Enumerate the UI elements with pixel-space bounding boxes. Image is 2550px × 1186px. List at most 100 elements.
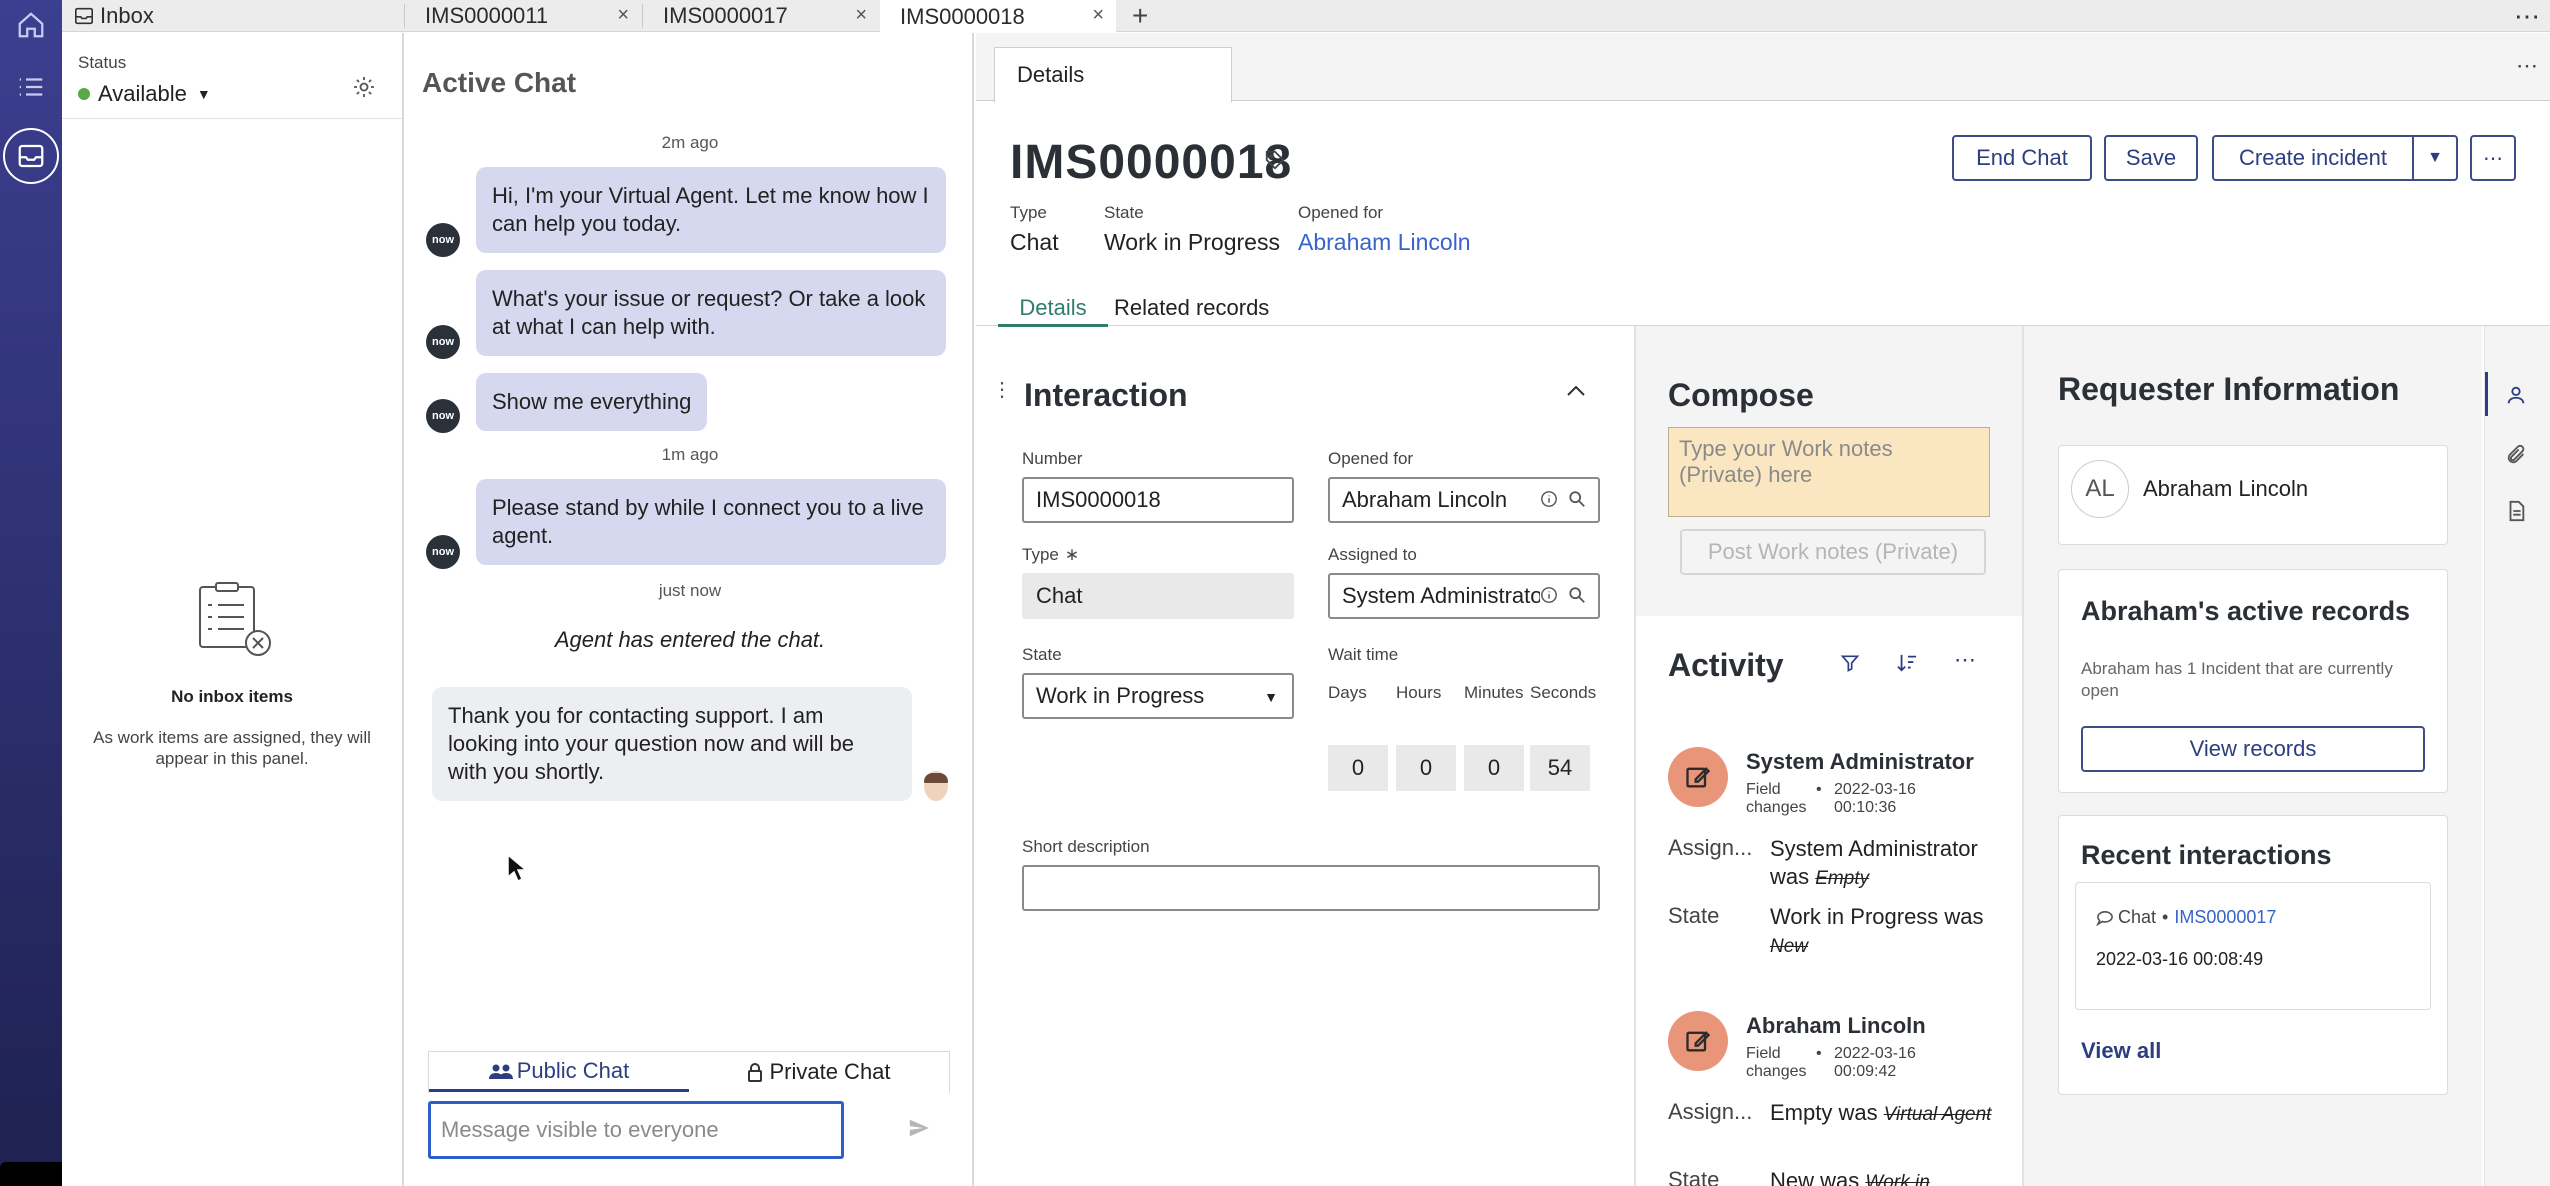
type-label: Type xyxy=(1010,203,1047,222)
filter-icon[interactable] xyxy=(1840,653,1860,673)
field-label: State xyxy=(1668,903,1720,928)
activity-date: 2022-03-16 xyxy=(1834,1045,1916,1062)
old-value: New xyxy=(1770,936,1809,957)
requester-card: AL Abraham Lincoln xyxy=(2058,445,2448,545)
more-actions-button[interactable]: ⋯ xyxy=(2470,135,2516,181)
number-field[interactable]: IMS0000018 xyxy=(1022,477,1294,523)
recent-interaction-link[interactable]: IMS0000017 xyxy=(2174,907,2276,928)
activity-datetime: • 2022-03-16 00:09:42 xyxy=(1816,1045,1916,1080)
info-icon[interactable] xyxy=(1540,490,1558,508)
tab-ims0000017[interactable]: IMS0000017 × xyxy=(643,0,879,32)
active-records-text: Abraham has 1 Incident that are currentl… xyxy=(2081,659,2393,700)
chat-input-placeholder: Message visible to everyone xyxy=(441,1117,719,1142)
activity-author: Abraham Lincoln xyxy=(1746,1013,1926,1038)
search-icon[interactable] xyxy=(1568,490,1586,508)
more-icon[interactable]: ⋯ xyxy=(2514,0,2540,32)
paperclip-icon[interactable] xyxy=(2505,444,2527,466)
assigned-to-field[interactable]: System Administrator xyxy=(1328,573,1600,619)
info-icon[interactable] xyxy=(1540,586,1558,604)
old-value: Virtual Agent xyxy=(1883,1104,1992,1125)
list-icon[interactable] xyxy=(8,64,54,110)
active-records-card: Abraham's active records Abraham has 1 I… xyxy=(2058,569,2448,793)
recent-interaction-item[interactable]: Chat • IMS0000017 2022-03-16 00:08:49 xyxy=(2075,882,2431,1010)
view-all-link[interactable]: View all xyxy=(2081,1038,2161,1064)
home-icon[interactable] xyxy=(8,2,54,48)
tag-icon[interactable] xyxy=(1264,149,1286,171)
state-select[interactable]: Work in Progress ▼ xyxy=(1022,673,1294,719)
active-indicator xyxy=(2485,372,2488,416)
close-icon[interactable]: × xyxy=(1092,4,1104,27)
opened-for-label: Opened for xyxy=(1298,203,1384,222)
send-icon[interactable] xyxy=(908,1117,930,1139)
create-incident-button[interactable]: Create incident xyxy=(2212,135,2414,181)
new-value: New was xyxy=(1770,1168,1860,1186)
drag-handle-icon[interactable]: ⋮ xyxy=(992,377,1012,402)
activity-datetime: • 2022-03-16 00:10:36 xyxy=(1816,781,1916,816)
sort-icon[interactable] xyxy=(1896,653,1918,673)
assigned-to-label: Assigned to xyxy=(1328,545,1417,564)
tab-inbox[interactable]: Inbox xyxy=(74,0,154,32)
virtual-agent-avatar: now xyxy=(426,325,460,359)
tab-private-chat[interactable]: Private Chat xyxy=(689,1052,949,1092)
activity-date: 2022-03-16 xyxy=(1834,781,1916,798)
new-value: System Administrator was xyxy=(1770,836,1978,889)
work-notes-textarea[interactable]: Type your Work notes (Private) here xyxy=(1668,427,1990,517)
user-icon[interactable] xyxy=(2505,384,2527,406)
people-icon xyxy=(488,1063,513,1079)
short-description-field[interactable] xyxy=(1022,865,1600,911)
opened-for-link[interactable]: Abraham Lincoln xyxy=(1298,229,1471,256)
agent-message: Thank you for contacting support. I am l… xyxy=(432,687,912,801)
chat-message-input[interactable]: Message visible to everyone xyxy=(428,1101,844,1159)
more-icon[interactable]: ⋯ xyxy=(1954,647,1976,673)
status-label: Status xyxy=(78,53,127,72)
tab-public-chat[interactable]: Public Chat xyxy=(429,1052,689,1092)
search-icon[interactable] xyxy=(1568,586,1586,604)
close-icon[interactable]: × xyxy=(617,4,629,27)
inbox-tab-icon xyxy=(74,7,94,25)
edit-icon xyxy=(1668,1011,1728,1071)
wait-hours: 0 xyxy=(1396,745,1456,791)
opened-for-field[interactable]: Abraham Lincoln xyxy=(1328,477,1600,523)
assigned-to-value: System Administrator xyxy=(1342,583,1550,608)
empty-inbox-title: No inbox items xyxy=(171,687,293,706)
tab-ims0000018[interactable]: IMS0000018 × xyxy=(880,0,1116,33)
details-panel: Details ⋯ IMS0000018 Type Chat State Wor… xyxy=(976,33,2550,1186)
tab-inbox-label: Inbox xyxy=(100,3,154,28)
app-rail xyxy=(0,0,108,1186)
interaction-title: Interaction xyxy=(1024,377,1188,413)
workspace-tab-bar: Inbox IMS0000011 × IMS0000017 × IMS00000… xyxy=(62,0,2550,33)
subtab-related-records[interactable]: Related records xyxy=(1114,295,1269,321)
inbox-icon[interactable] xyxy=(3,128,59,184)
create-incident-dropdown[interactable]: ▼ xyxy=(2412,135,2458,181)
number-value: IMS0000018 xyxy=(1036,487,1161,512)
post-work-notes-button[interactable]: Post Work notes (Private) xyxy=(1680,529,1986,575)
close-icon[interactable]: × xyxy=(855,4,867,27)
wait-time-label: Wait time xyxy=(1328,645,1399,664)
gear-icon[interactable] xyxy=(352,75,376,99)
chevron-up-icon[interactable] xyxy=(1566,383,1586,397)
requester-name[interactable]: Abraham Lincoln xyxy=(2143,476,2308,502)
public-chat-label: Public Chat xyxy=(516,1057,630,1083)
save-button[interactable]: Save xyxy=(2104,135,2198,181)
status-dropdown[interactable]: Available ▼ xyxy=(78,81,211,107)
side-toolbar xyxy=(2484,326,2550,1186)
add-tab-icon[interactable]: + xyxy=(1132,0,1148,32)
state-value: Work in Progress xyxy=(1104,229,1280,255)
status-value: Available xyxy=(98,81,187,106)
document-icon[interactable] xyxy=(2505,500,2527,522)
field-change: System Administrator was Empty xyxy=(1770,835,2010,893)
view-records-button[interactable]: View records xyxy=(2081,726,2425,772)
tab-ims0000011[interactable]: IMS0000011 × xyxy=(405,0,641,32)
end-chat-button[interactable]: End Chat xyxy=(1952,135,2092,181)
timestamp: 1m ago xyxy=(661,445,719,464)
chat-title: Active Chat xyxy=(422,67,577,98)
more-icon: ⋯ xyxy=(2483,147,2503,170)
more-icon[interactable]: ⋯ xyxy=(2516,53,2538,79)
required-marker: ∗ xyxy=(1064,545,1080,564)
tab-details-top[interactable]: Details xyxy=(994,47,1232,103)
activity-time: 00:09:42 xyxy=(1834,1063,1897,1080)
field-label: State xyxy=(1668,1167,1720,1186)
subtab-details[interactable]: Details xyxy=(998,295,1108,327)
agent-avatar xyxy=(922,769,950,803)
activity-author: System Administrator xyxy=(1746,749,1974,774)
